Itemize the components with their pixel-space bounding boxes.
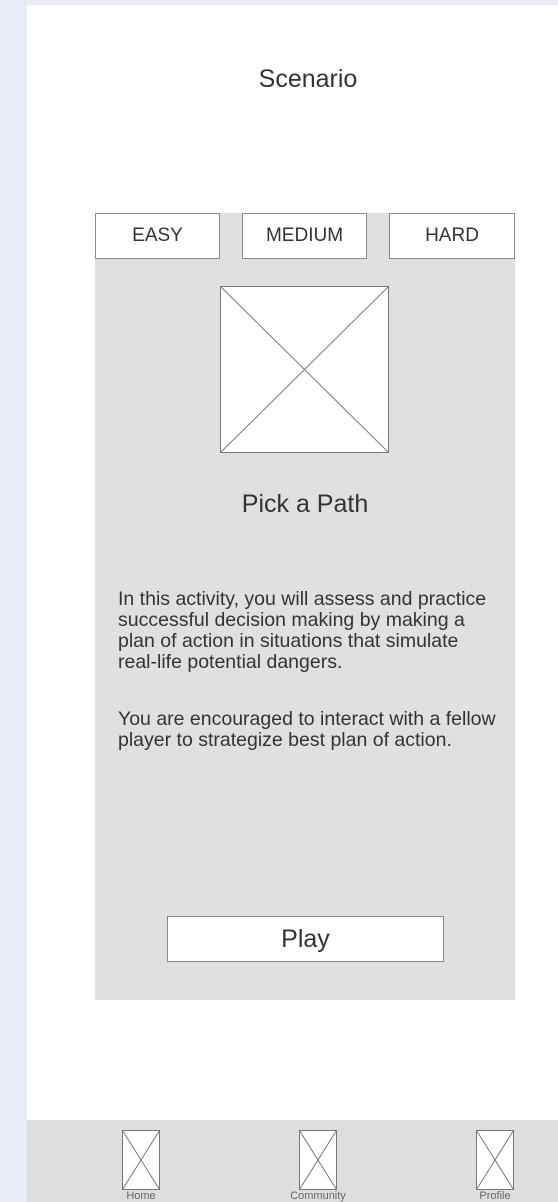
image-placeholder-icon: [220, 286, 389, 453]
nav-item-community[interactable]: Community: [268, 1130, 368, 1202]
activity-encouragement: You are encouraged to interact with a fe…: [118, 708, 496, 751]
scenario-card: EASY MEDIUM HARD Pick a Path In this act…: [95, 213, 515, 1000]
play-button[interactable]: Play: [167, 916, 444, 962]
phone-screen: Scenario EASY MEDIUM HARD Pick a Path In…: [27, 5, 558, 1202]
tab-hard[interactable]: HARD: [389, 213, 515, 259]
activity-description: In this activity, you will assess and pr…: [118, 588, 487, 673]
tab-easy[interactable]: EASY: [95, 213, 220, 259]
page-title: Scenario: [258, 65, 358, 93]
nav-label-home: Home: [126, 1190, 156, 1202]
image-placeholder-icon: [122, 1130, 160, 1190]
nav-item-profile[interactable]: Profile: [445, 1130, 545, 1202]
image-placeholder-icon: [299, 1130, 337, 1190]
activity-title: Pick a Path: [241, 490, 369, 518]
tab-medium[interactable]: MEDIUM: [242, 213, 367, 259]
bottom-nav: Home Community Profile: [27, 1120, 558, 1202]
nav-item-home[interactable]: Home: [91, 1130, 191, 1202]
image-placeholder-icon: [476, 1130, 514, 1190]
nav-label-community: Community: [290, 1190, 346, 1202]
nav-label-profile: Profile: [479, 1190, 511, 1202]
